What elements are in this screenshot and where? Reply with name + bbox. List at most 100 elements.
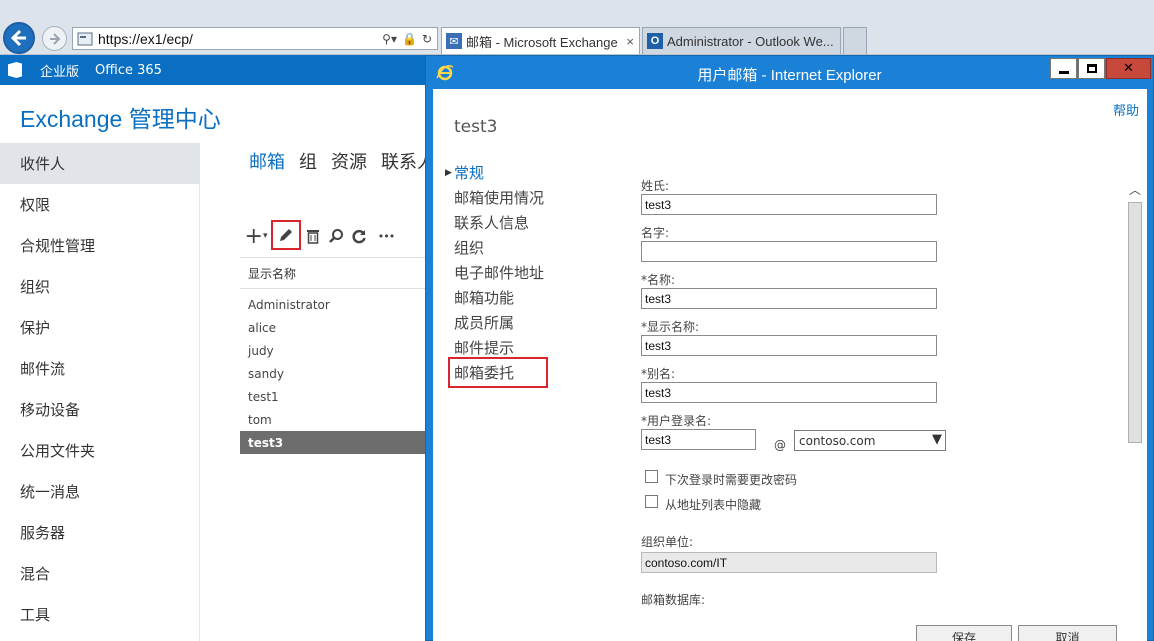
section-contact-info[interactable]: 联系人信息: [454, 210, 584, 235]
at-sign: @: [774, 438, 786, 452]
tab-title: 邮箱 - Microsoft Exchange: [466, 34, 618, 50]
nav-divider: [199, 143, 200, 641]
first-name-field[interactable]: [641, 241, 937, 262]
display-name-label: *显示名称:: [641, 320, 700, 334]
display-name-field[interactable]: test3: [641, 335, 937, 356]
section-mailbox-usage[interactable]: 邮箱使用情况: [454, 185, 584, 210]
search-button[interactable]: [326, 224, 346, 248]
nav-item-servers[interactable]: 服务器: [0, 512, 200, 553]
close-icon: ✕: [1123, 61, 1134, 76]
hide-from-list-checkbox[interactable]: [645, 495, 658, 508]
nav-item-protection[interactable]: 保护: [0, 307, 200, 348]
section-nav: ▶ 常规 邮箱使用情况 联系人信息 组织 电子邮件地址 邮箱功能 成员所属 邮件提…: [445, 160, 584, 385]
domain-value: contoso.com: [799, 433, 876, 448]
tab-outlook[interactable]: O Administrator - Outlook We...: [642, 27, 841, 54]
list-item[interactable]: alice: [240, 316, 430, 339]
maximize-button[interactable]: [1078, 58, 1105, 79]
window-content: 帮助 test3 ▶ 常规 邮箱使用情况 联系人信息 组织 电子邮件地址 邮箱功能…: [433, 89, 1147, 641]
address-bar[interactable]: https://ex1/ecp/ ⚲▾ 🔒 ↻: [72, 27, 438, 50]
list-item[interactable]: Administrator: [240, 293, 430, 316]
nav-item-permissions[interactable]: 权限: [0, 184, 200, 225]
section-mailbox-features[interactable]: 邮箱功能: [454, 285, 584, 310]
page-title: Exchange 管理中心: [20, 106, 221, 132]
column-header-display-name[interactable]: 显示名称: [240, 257, 430, 289]
alias-field[interactable]: test3: [641, 382, 937, 403]
page-icon: [77, 32, 93, 45]
outlook-icon: O: [647, 33, 663, 49]
browser-chrome: https://ex1/ecp/ ⚲▾ 🔒 ↻ ✉ 邮箱 - Microsoft…: [0, 0, 1154, 55]
tab-mailboxes[interactable]: 邮箱: [249, 148, 285, 174]
sub-tabs: 邮箱 组 资源 联系人: [249, 148, 449, 174]
name-field[interactable]: test3: [641, 288, 937, 309]
refresh-button[interactable]: [349, 224, 369, 248]
database-label: 邮箱数据库:: [641, 593, 706, 607]
section-member-of[interactable]: 成员所属: [454, 310, 584, 335]
close-tab-icon[interactable]: ×: [626, 34, 634, 49]
delete-button[interactable]: [303, 224, 323, 248]
list-toolbar: + ▾ •••: [243, 220, 423, 250]
nav-item-compliance[interactable]: 合规性管理: [0, 225, 200, 266]
section-email-address[interactable]: 电子邮件地址: [454, 260, 584, 285]
tab-resources[interactable]: 资源: [331, 148, 367, 174]
refresh-icon[interactable]: ↻: [422, 32, 432, 46]
tab-groups[interactable]: 组: [299, 148, 317, 174]
logon-name-field[interactable]: test3: [641, 429, 756, 450]
domain-select[interactable]: contoso.com ▼: [794, 430, 946, 451]
save-button[interactable]: 保存: [916, 625, 1012, 641]
more-icon: •••: [377, 229, 395, 243]
help-link[interactable]: 帮助: [1113, 100, 1139, 119]
chevron-down-icon: ▼: [932, 432, 942, 447]
more-button[interactable]: •••: [373, 224, 399, 248]
mailbox-list: Administrator alice judy sandy test1 tom…: [240, 293, 430, 454]
forward-button[interactable]: [42, 26, 67, 51]
tab-mailbox[interactable]: ✉ 邮箱 - Microsoft Exchange ×: [441, 27, 640, 54]
nav-item-unified-messaging[interactable]: 统一消息: [0, 471, 200, 512]
alias-label: *别名:: [641, 367, 676, 381]
chevron-up-icon[interactable]: ︿: [1127, 181, 1143, 197]
close-button[interactable]: ✕: [1106, 58, 1151, 79]
ou-label: 组织单位:: [641, 535, 694, 549]
scrollbar[interactable]: ︿: [1127, 181, 1143, 641]
refresh-icon: [352, 229, 366, 244]
arrow-right-icon: [49, 32, 60, 45]
nav-item-recipients[interactable]: 收件人: [0, 143, 200, 184]
minimize-button[interactable]: [1050, 58, 1077, 79]
edit-button[interactable]: [271, 220, 301, 250]
cancel-button[interactable]: 取消: [1018, 625, 1117, 641]
mailbox-heading: test3: [454, 117, 498, 137]
list-item[interactable]: judy: [240, 339, 430, 362]
nav-item-organization[interactable]: 组织: [0, 266, 200, 307]
nav-item-public-folders[interactable]: 公用文件夹: [0, 430, 200, 471]
search-icon[interactable]: ⚲▾: [382, 32, 397, 46]
list-item-selected[interactable]: test3: [240, 431, 430, 454]
lock-icon[interactable]: 🔒: [402, 32, 417, 46]
ou-field: contoso.com/IT: [641, 552, 937, 573]
section-general[interactable]: ▶ 常规: [445, 160, 584, 185]
window-titlebar[interactable]: 用户邮箱 - Internet Explorer ✕: [426, 56, 1153, 89]
list-item[interactable]: sandy: [240, 362, 430, 385]
change-password-checkbox[interactable]: [645, 470, 658, 483]
last-name-field[interactable]: test3: [641, 194, 937, 215]
hide-from-list-label: 从地址列表中隐藏: [665, 498, 762, 512]
list-item[interactable]: tom: [240, 408, 430, 431]
nav-item-tools[interactable]: 工具: [0, 594, 200, 635]
logon-name-label: *用户登录名:: [641, 414, 712, 428]
nav-item-hybrid[interactable]: 混合: [0, 553, 200, 594]
enterprise-link[interactable]: 企业版: [40, 61, 79, 80]
add-button[interactable]: + ▾: [243, 224, 269, 249]
nav-item-mail-flow[interactable]: 邮件流: [0, 348, 200, 389]
scroll-thumb[interactable]: [1128, 202, 1142, 443]
exchange-icon: ✉: [446, 33, 462, 49]
office365-link[interactable]: Office 365: [95, 63, 162, 78]
office-logo-icon: [8, 62, 22, 78]
new-tab-button[interactable]: [843, 27, 867, 54]
tab-title: Administrator - Outlook We...: [667, 33, 834, 49]
triangle-right-icon: ▶: [445, 167, 452, 178]
window-title: 用户邮箱 - Internet Explorer: [697, 67, 882, 84]
section-organization[interactable]: 组织: [454, 235, 584, 260]
minimize-icon: [1058, 70, 1069, 74]
list-item[interactable]: test1: [240, 385, 430, 408]
nav-item-mobile[interactable]: 移动设备: [0, 389, 200, 430]
back-button[interactable]: [3, 22, 35, 54]
trash-icon: [307, 230, 319, 244]
